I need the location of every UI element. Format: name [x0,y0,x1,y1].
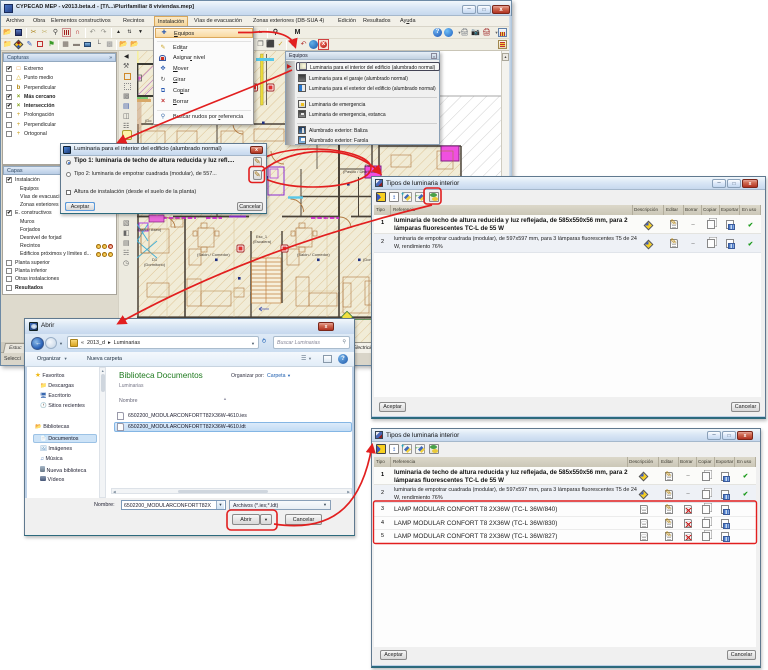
svg-text:(Dormitorio): (Dormitorio) [144,262,166,267]
svg-text:(Salón / Comedor): (Salón / Comedor) [297,252,330,257]
svg-text:(Salón / Comedor): (Salón / Comedor) [197,252,230,257]
svg-text:(Do: (Do [145,118,152,123]
svg-text:(Escalera): (Escalera) [253,239,272,244]
svg-text:(Baño / Aseo): (Baño / Aseo) [137,227,162,232]
svg-text:(Pasillo / Distribuid: (Pasillo / Distribuid [343,169,376,174]
svg-text:Pd: Pd [365,163,370,168]
